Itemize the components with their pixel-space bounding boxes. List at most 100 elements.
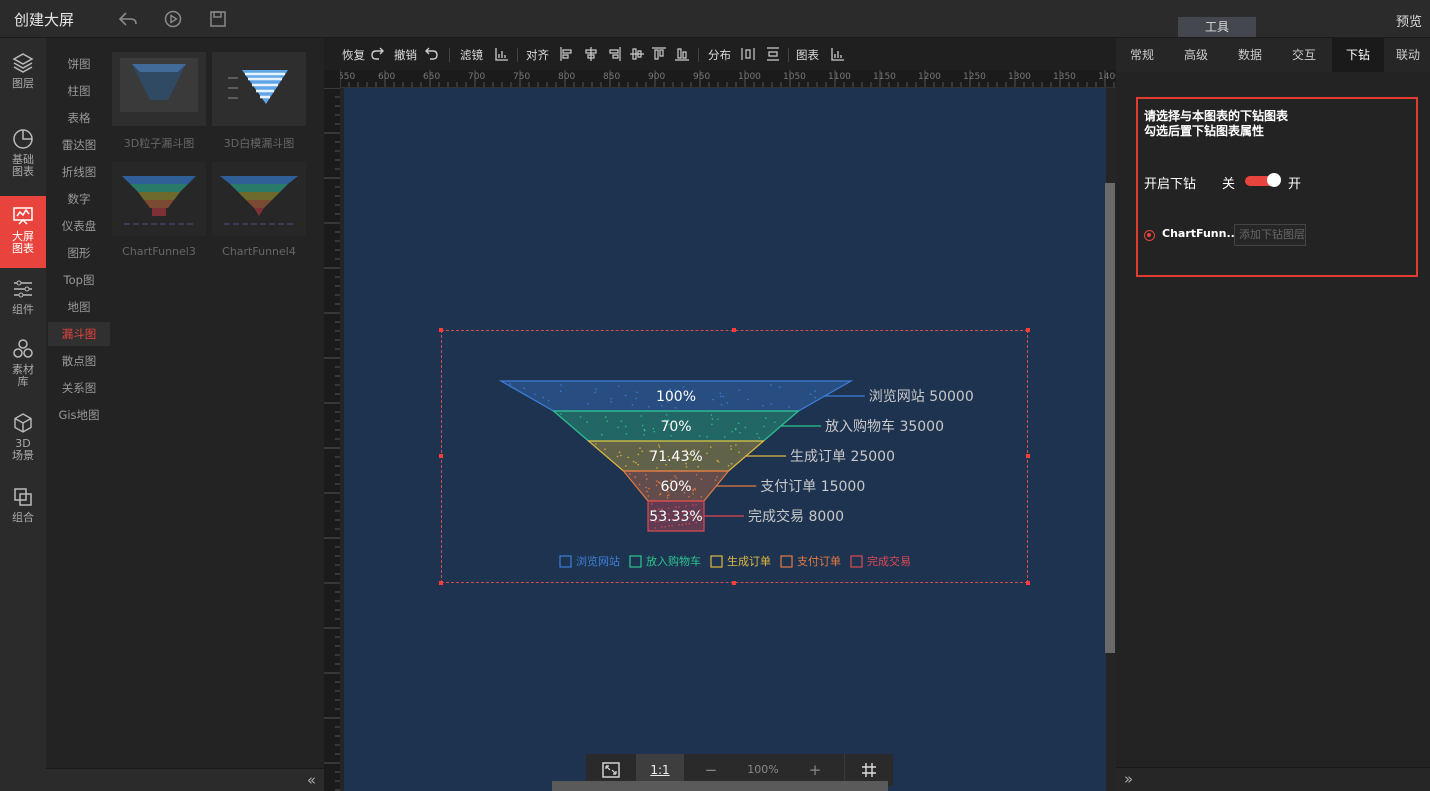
align-vertical-center-icon[interactable] xyxy=(629,46,645,62)
align-label[interactable]: 对齐 xyxy=(526,47,549,63)
category-bar[interactable]: 柱图 xyxy=(48,79,110,103)
funnel-particle xyxy=(770,384,772,386)
legend-item[interactable]: 浏览网站 xyxy=(559,554,620,568)
nav-item-material[interactable]: 素材 库 xyxy=(0,338,46,398)
legend-item[interactable]: 完成交易 xyxy=(850,554,911,568)
category-number[interactable]: 数字 xyxy=(48,187,110,211)
chart-select-radio[interactable] xyxy=(1144,230,1155,241)
funnel-particle xyxy=(534,393,536,396)
tab-general[interactable]: 常规 xyxy=(1116,38,1168,72)
align-bottom-icon[interactable] xyxy=(674,46,690,62)
category-gis-map[interactable]: Gis地图 xyxy=(48,403,110,427)
funnel-particle xyxy=(643,434,645,436)
redo-icon[interactable] xyxy=(370,46,386,62)
funnel-particle xyxy=(637,453,640,456)
funnel-particle xyxy=(665,414,668,416)
funnel-particle xyxy=(666,495,669,497)
category-map[interactable]: 地图 xyxy=(48,295,110,319)
category-radar[interactable]: 雷达图 xyxy=(48,133,110,157)
tab-drilldown[interactable]: 下钻 xyxy=(1332,38,1384,72)
back-icon[interactable] xyxy=(118,9,138,29)
funnel-particle xyxy=(695,474,698,476)
funnel-particle xyxy=(617,426,619,429)
collapse-left-icon[interactable]: « xyxy=(307,771,316,789)
play-icon[interactable] xyxy=(163,9,183,29)
funnel-particle xyxy=(674,407,677,409)
nav-item-group[interactable]: 组合 xyxy=(0,486,46,530)
funnel-particle xyxy=(656,480,658,482)
thumbnail-3d-white-funnel[interactable]: 3D白模漏斗图 xyxy=(212,52,306,151)
nav-item-basic-charts[interactable]: 基础 图表 xyxy=(0,128,46,188)
selected-funnel-chart[interactable]: 100% 浏览网站 50000 70% 放入购物车 35000 71.43% 生成订单 2… xyxy=(439,328,1030,585)
align-top-icon[interactable] xyxy=(651,46,667,62)
category-pie[interactable]: 饼图 xyxy=(48,52,110,76)
collapse-right-icon[interactable]: » xyxy=(1124,770,1133,788)
funnel-percent-label: 70% xyxy=(660,419,691,435)
redo-label[interactable]: 恢复 xyxy=(342,47,365,63)
distribute-label[interactable]: 分布 xyxy=(708,47,731,63)
align-right-icon[interactable] xyxy=(606,46,622,62)
horizontal-scrollbar[interactable] xyxy=(552,781,888,791)
nav-item-components[interactable]: 组件 xyxy=(0,278,46,322)
category-line[interactable]: 折线图 xyxy=(48,160,110,184)
thumbnail-chartfunnel3[interactable]: ChartFunnel3 xyxy=(112,162,206,258)
tab-linkage[interactable]: 联动 xyxy=(1386,38,1430,72)
filter-chart-icon[interactable] xyxy=(494,46,510,62)
nav-item-layers[interactable]: 图层 xyxy=(0,52,46,100)
nav-item-3d-scene[interactable]: 3D 场景 xyxy=(0,412,46,472)
ruler-corner xyxy=(324,70,340,88)
category-shape[interactable]: 图形 xyxy=(48,241,110,265)
design-stage[interactable]: 100% 浏览网站 50000 70% 放入购物车 35000 71.43% 生成订单 2… xyxy=(344,88,1106,791)
category-funnel[interactable]: 漏斗图 xyxy=(48,322,110,346)
category-gauge[interactable]: 仪表盘 xyxy=(48,214,110,238)
distribute-vertical-icon[interactable] xyxy=(765,46,781,62)
add-drilldown-layer-input[interactable]: 添加下钻图层 xyxy=(1234,224,1306,246)
funnel-particle xyxy=(814,390,816,392)
legend-label: 浏览网站 xyxy=(576,554,620,568)
thumbnail-chartfunnel4[interactable]: ChartFunnel4 xyxy=(212,162,306,258)
tab-advanced[interactable]: 高级 xyxy=(1170,38,1222,72)
funnel-particle xyxy=(648,406,650,408)
nav-label-components: 组件 xyxy=(12,303,34,316)
undo-icon[interactable] xyxy=(423,46,439,62)
left-panel-footer: « xyxy=(46,768,324,791)
funnel-particle xyxy=(700,478,703,480)
legend-item[interactable]: 生成订单 xyxy=(710,554,771,568)
filter-label[interactable]: 滤镜 xyxy=(460,47,483,63)
chart-icon[interactable] xyxy=(830,46,846,62)
tools-tab[interactable]: 工具 xyxy=(1178,17,1256,37)
align-left-icon[interactable] xyxy=(559,46,575,62)
funnel-particle xyxy=(579,416,582,418)
ruler-tick-label: 1400 xyxy=(1098,72,1116,82)
drilldown-label: 开启下钻 xyxy=(1144,177,1197,192)
funnel-particle xyxy=(610,397,612,400)
funnel-particle xyxy=(720,403,723,406)
toolbar-divider xyxy=(449,48,450,62)
nav-item-bigscreen-charts[interactable]: 大屏 图表 xyxy=(0,196,46,268)
undo-label[interactable]: 撤销 xyxy=(394,47,417,63)
category-top[interactable]: Top图 xyxy=(48,268,110,292)
tab-data[interactable]: 数据 xyxy=(1224,38,1276,72)
legend-label: 生成订单 xyxy=(727,554,771,568)
legend-item[interactable]: 支付订单 xyxy=(780,555,841,568)
legend-swatch xyxy=(559,555,572,568)
funnel-stage-label: 放入购物车 35000 xyxy=(825,418,944,435)
funnel-particle xyxy=(809,393,812,396)
funnel-particle xyxy=(717,418,719,420)
save-icon[interactable] xyxy=(208,9,228,29)
vertical-scrollbar[interactable] xyxy=(1105,183,1115,653)
distribute-horizontal-icon[interactable] xyxy=(740,46,756,62)
thumbnail-3d-particle-funnel[interactable]: 3D粒子漏斗图 xyxy=(112,52,206,151)
tab-interaction[interactable]: 交互 xyxy=(1278,38,1330,72)
legend-item[interactable]: 放入购物车 xyxy=(629,554,701,568)
category-table[interactable]: 表格 xyxy=(48,106,110,130)
chart-label[interactable]: 图表 xyxy=(796,47,819,63)
drilldown-switch[interactable] xyxy=(1245,173,1281,187)
category-relation[interactable]: 关系图 xyxy=(48,376,110,400)
funnel-particle xyxy=(719,392,722,395)
funnel-particle xyxy=(542,396,545,399)
funnel-particle xyxy=(627,456,629,459)
align-center-icon[interactable] xyxy=(583,46,599,62)
preview-button[interactable]: 预览 xyxy=(1396,11,1422,30)
category-scatter[interactable]: 散点图 xyxy=(48,349,110,373)
